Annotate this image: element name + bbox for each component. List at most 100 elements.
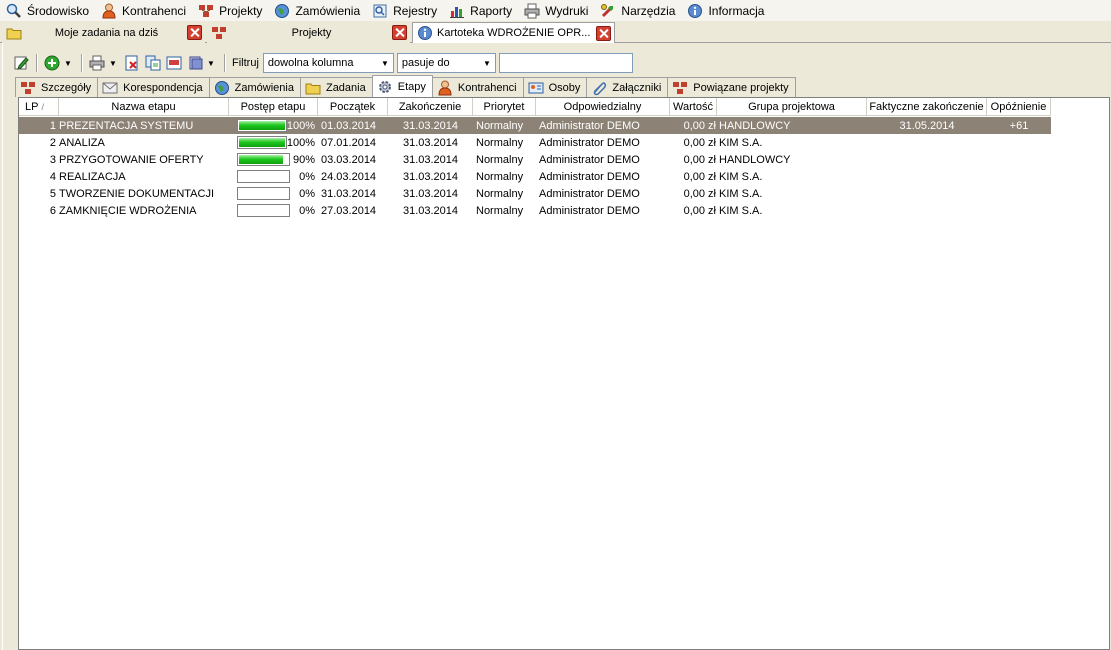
menu-zamowienia[interactable]: Zamówienia bbox=[272, 0, 370, 21]
cell-delay bbox=[987, 151, 1051, 168]
cell-lp: 4 bbox=[49, 170, 56, 183]
close-tab-button[interactable] bbox=[187, 25, 202, 40]
cell-end: 31.03.2014 bbox=[402, 187, 459, 200]
cell-end: 31.03.2014 bbox=[402, 204, 459, 217]
toolbar-separator bbox=[36, 54, 38, 72]
close-tab-button[interactable] bbox=[392, 25, 407, 40]
tab-szczegoly[interactable]: Szczegóły bbox=[15, 77, 99, 97]
column-header-lp[interactable]: LP / bbox=[19, 98, 59, 116]
doc-tab-moje-zadania[interactable]: Moje zadania na dziś bbox=[2, 22, 205, 43]
menu-narzedzia[interactable]: Narzędzia bbox=[598, 0, 685, 21]
table-row[interactable]: 5 TWORZENIE DOKUMENTACJI 0% 31.03.2014 3… bbox=[19, 185, 1051, 202]
column-header-zakonczenie[interactable]: Zakończenie bbox=[388, 98, 473, 116]
cell-value: 0,00 zł bbox=[683, 136, 716, 149]
progress-label: 90% bbox=[292, 153, 315, 166]
tab-zadania[interactable]: Zadania bbox=[299, 77, 373, 97]
menu-rejestry[interactable]: Rejestry bbox=[370, 0, 447, 21]
column-header-poczatek[interactable]: Początek bbox=[318, 98, 388, 116]
cell-group: KIM S.A. bbox=[719, 170, 763, 183]
form-button[interactable] bbox=[164, 53, 184, 73]
cell-name: ANALIZA bbox=[59, 136, 105, 149]
delete-button[interactable] bbox=[122, 53, 142, 73]
print-button[interactable] bbox=[87, 53, 107, 73]
contact-card-icon bbox=[528, 80, 544, 96]
doc-tab-kartoteka[interactable]: Kartoteka WDROŻENIE OPR... bbox=[412, 22, 615, 43]
person-icon bbox=[437, 80, 453, 96]
progress-bar bbox=[237, 153, 290, 166]
tab-zalaczniki[interactable]: Załączniki bbox=[586, 77, 669, 97]
menu-projekty[interactable]: Projekty bbox=[196, 0, 272, 21]
progress-label: 0% bbox=[299, 187, 315, 200]
menu-raporty[interactable]: Raporty bbox=[447, 0, 522, 21]
cell-owner: Administrator DEMO bbox=[539, 187, 640, 200]
close-tab-button[interactable] bbox=[596, 25, 611, 41]
column-header-postep[interactable]: Postęp etapu bbox=[229, 98, 318, 116]
cell-value: 0,00 zł bbox=[683, 153, 716, 166]
cell-lp: 3 bbox=[49, 153, 56, 166]
column-header-wartosc[interactable]: Wartość bbox=[670, 98, 717, 116]
table-row[interactable]: 3 PRZYGOTOWANIE OFERTY 90% 03.03.2014 31… bbox=[19, 151, 1051, 168]
cell-start: 01.03.2014 bbox=[321, 119, 377, 132]
database-dropdown-arrow[interactable]: ▼ bbox=[206, 53, 216, 73]
table-row[interactable]: 2 ANALIZA 100% 07.01.2014 31.03.2014 Nor… bbox=[19, 134, 1051, 151]
tab-kontrahenci[interactable]: Kontrahenci bbox=[431, 77, 524, 97]
column-header-faktyczne-zakonczenie[interactable]: Faktyczne zakończenie bbox=[867, 98, 987, 116]
cell-name: PREZENTACJA SYSTEMU bbox=[59, 119, 194, 132]
add-dropdown-arrow[interactable]: ▼ bbox=[63, 53, 73, 73]
tab-zamowienia[interactable]: Zamówienia bbox=[208, 77, 301, 97]
cell-progress: 100% bbox=[229, 134, 318, 151]
cell-lp: 5 bbox=[49, 187, 56, 200]
paperclip-icon bbox=[591, 80, 607, 96]
progress-bar bbox=[237, 187, 290, 200]
cell-owner: Administrator DEMO bbox=[539, 204, 640, 217]
cell-progress: 100% bbox=[229, 117, 318, 134]
database-icon bbox=[189, 56, 203, 70]
column-header-nazwa[interactable]: Nazwa etapu bbox=[59, 98, 229, 116]
cell-owner: Administrator DEMO bbox=[539, 136, 640, 149]
cell-priority: Normalny bbox=[476, 204, 524, 217]
table-row[interactable]: 1 PREZENTACJA SYSTEMU 100% 01.03.2014 31… bbox=[19, 117, 1051, 134]
tab-etapy[interactable]: Etapy bbox=[371, 75, 433, 97]
cell-group: HANDLOWCY bbox=[719, 119, 791, 132]
print-dropdown-arrow[interactable]: ▼ bbox=[108, 53, 118, 73]
main-panel: ▼ ▼ ▼ Filtruj dowolna kolumna ▼ pasuje d… bbox=[2, 43, 1111, 650]
cell-actual-end bbox=[867, 202, 987, 219]
column-header-odpowiedzialny[interactable]: Odpowiedzialny bbox=[536, 98, 670, 116]
search-globe-icon bbox=[6, 3, 22, 19]
table-row[interactable]: 6 ZAMKNIĘCIE WDROŻENIA 0% 27.03.2014 31.… bbox=[19, 202, 1051, 219]
filter-column-select[interactable]: dowolna kolumna ▼ bbox=[262, 53, 394, 73]
cell-actual-end bbox=[867, 185, 987, 202]
menu-informacja[interactable]: Informacja bbox=[685, 0, 774, 21]
tab-osoby[interactable]: Osoby bbox=[522, 77, 588, 97]
column-header-opoznienie[interactable]: Opóźnienie bbox=[987, 98, 1051, 116]
info-icon bbox=[687, 3, 703, 19]
cell-name: REALIZACJA bbox=[59, 170, 126, 183]
menu-kontrahenci[interactable]: Kontrahenci bbox=[99, 0, 196, 21]
filter-value-input[interactable] bbox=[498, 53, 633, 73]
add-icon bbox=[44, 55, 60, 71]
add-button[interactable] bbox=[42, 53, 62, 73]
column-header-priorytet[interactable]: Priorytet bbox=[473, 98, 536, 116]
table-row[interactable]: 4 REALIZACJA 0% 24.03.2014 31.03.2014 No… bbox=[19, 168, 1051, 185]
doc-tab-projekty[interactable]: Projekty bbox=[207, 22, 410, 43]
edit-button[interactable] bbox=[11, 53, 31, 73]
cell-name: PRZYGOTOWANIE OFERTY bbox=[59, 153, 204, 166]
cell-delay bbox=[987, 168, 1051, 185]
grid-rows: 1 PREZENTACJA SYSTEMU 100% 01.03.2014 31… bbox=[19, 117, 1051, 219]
cell-lp: 1 bbox=[49, 119, 56, 132]
database-button[interactable] bbox=[185, 53, 205, 73]
cell-priority: Normalny bbox=[476, 136, 524, 149]
sort-indicator-icon: / bbox=[41, 101, 45, 112]
menu-bar: Środowisko Kontrahenci Projekty Zamówien… bbox=[0, 0, 1111, 21]
person-icon bbox=[101, 3, 117, 19]
tab-powiazane-projekty[interactable]: Powiązane projekty bbox=[667, 77, 796, 97]
menu-wydruki[interactable]: Wydruki bbox=[522, 0, 598, 21]
column-header-grupa[interactable]: Grupa projektowa bbox=[717, 98, 867, 116]
filter-match-select[interactable]: pasuje do ▼ bbox=[396, 53, 496, 73]
cell-delay: +61 bbox=[1009, 119, 1029, 132]
copy-button[interactable] bbox=[143, 53, 163, 73]
stages-grid: LP / Nazwa etapu Postęp etapu Początek Z… bbox=[18, 97, 1110, 650]
menu-srodowisko[interactable]: Środowisko bbox=[4, 0, 99, 21]
cell-owner: Administrator DEMO bbox=[539, 119, 640, 132]
tab-korespondencja[interactable]: Korespondencja bbox=[97, 77, 210, 97]
